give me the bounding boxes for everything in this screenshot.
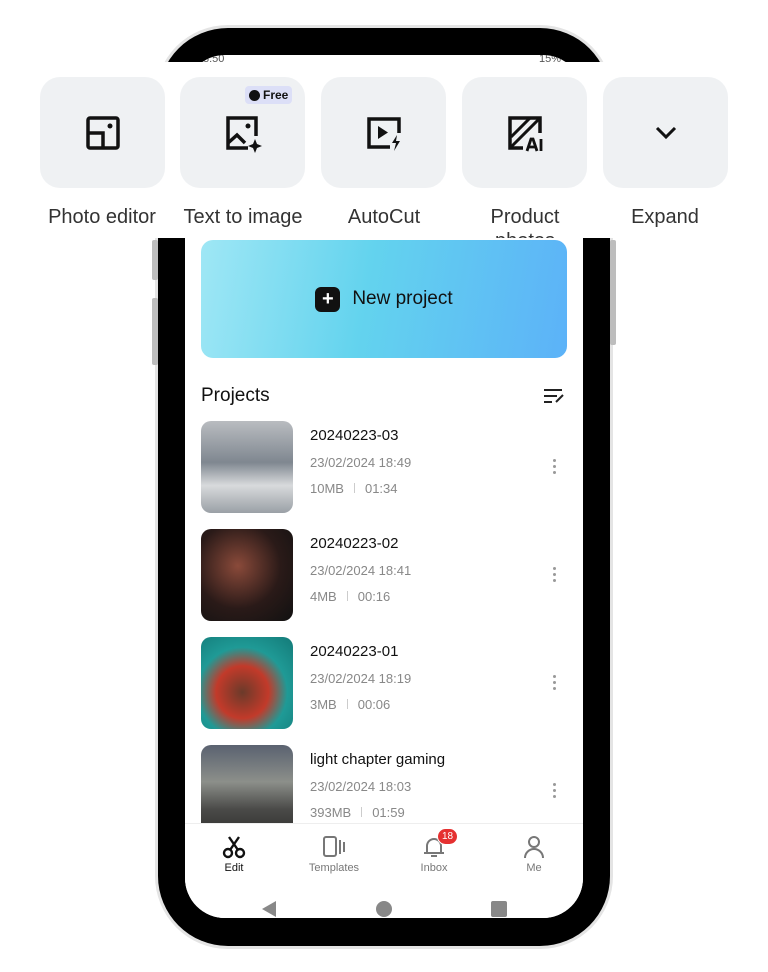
product-photos-button[interactable] xyxy=(462,77,587,188)
project-row[interactable]: 20240223-02 23/02/2024 18:41 4MB 00:16 xyxy=(201,529,567,621)
free-badge: Free xyxy=(245,86,293,104)
tab-inbox[interactable]: 18 Inbox xyxy=(389,828,479,874)
quick-tools-panel: Free Photo editor Text to image AutoCut … xyxy=(0,62,768,238)
project-duration: 01:59 xyxy=(372,805,405,820)
recents-icon[interactable] xyxy=(491,901,507,917)
product-photos-ai-icon xyxy=(507,115,542,151)
text-to-image-label: Text to image xyxy=(183,206,303,228)
project-duration: 00:06 xyxy=(357,697,391,712)
project-size: 10MB xyxy=(310,481,344,496)
autocut-label: AutoCut xyxy=(347,206,421,228)
power-button xyxy=(610,240,616,345)
new-project-button[interactable]: + New project xyxy=(201,240,567,358)
photo-editor-label: Photo editor xyxy=(48,206,156,228)
back-icon[interactable] xyxy=(261,900,277,918)
project-row[interactable]: 20240223-01 23/02/2024 18:19 3MB 00:06 xyxy=(201,637,567,729)
tab-templates[interactable]: Templates xyxy=(289,834,379,874)
person-icon xyxy=(524,836,544,859)
tab-edit[interactable]: Edit xyxy=(189,834,279,874)
templates-icon xyxy=(323,836,345,857)
project-date: 23/02/2024 18:19 xyxy=(310,671,412,686)
chevron-down-icon xyxy=(655,126,676,139)
projects-title: Projects xyxy=(201,385,270,406)
expand-button[interactable] xyxy=(603,77,728,188)
more-options-icon[interactable] xyxy=(553,675,557,693)
volume-up-button xyxy=(152,240,158,280)
project-thumbnail xyxy=(201,529,293,621)
project-size: 3MB xyxy=(310,697,337,712)
autocut-button[interactable] xyxy=(321,77,446,188)
project-meta: 4MB 00:16 xyxy=(310,589,390,604)
photo-editor-icon xyxy=(85,115,120,150)
project-date: 23/02/2024 18:49 xyxy=(310,455,412,470)
project-name: 20240223-01 xyxy=(310,643,399,660)
project-date: 23/02/2024 18:03 xyxy=(310,779,412,794)
clock-icon xyxy=(249,89,260,101)
photo-editor-button[interactable] xyxy=(40,77,165,188)
autocut-icon xyxy=(366,116,401,151)
free-badge-label: Free xyxy=(263,88,289,102)
product-photos-label: Product photos xyxy=(490,206,560,238)
project-meta: 3MB 00:06 xyxy=(310,697,390,712)
new-project-label: New project xyxy=(352,288,453,309)
project-size: 4MB xyxy=(310,589,337,604)
scissors-icon xyxy=(222,836,246,859)
tab-label: Templates xyxy=(308,862,360,874)
plus-icon: + xyxy=(315,286,341,312)
tab-label: Inbox xyxy=(420,862,448,874)
project-thumbnail xyxy=(201,637,293,729)
tab-label: Me xyxy=(526,862,542,874)
volume-down-button xyxy=(152,298,158,365)
more-options-icon[interactable] xyxy=(553,783,557,801)
project-thumbnail xyxy=(201,421,293,513)
tab-label: Edit xyxy=(224,862,244,874)
more-options-icon[interactable] xyxy=(553,459,557,477)
project-meta: 10MB 01:34 xyxy=(310,481,398,496)
project-name: 20240223-03 xyxy=(310,427,399,444)
project-size: 393MB xyxy=(310,805,352,820)
project-duration: 00:16 xyxy=(357,589,391,604)
android-nav-bar xyxy=(185,885,583,918)
tab-me[interactable]: Me xyxy=(489,834,579,874)
project-meta: 393MB 01:59 xyxy=(310,805,405,820)
project-row[interactable]: 20240223-03 23/02/2024 18:49 10MB 01:34 xyxy=(201,421,567,513)
expand-label: Expand xyxy=(631,206,699,228)
project-name: 20240223-02 xyxy=(310,535,399,552)
project-duration: 01:34 xyxy=(364,481,398,496)
inbox-badge: 18 xyxy=(437,828,459,845)
more-options-icon[interactable] xyxy=(553,567,557,585)
project-date: 23/02/2024 18:41 xyxy=(310,563,412,578)
text-to-image-icon xyxy=(225,115,262,153)
manage-list-icon[interactable] xyxy=(543,388,565,404)
home-icon[interactable] xyxy=(376,901,392,917)
project-name: light chapter gaming xyxy=(310,751,446,768)
bottom-tab-bar: Edit Templates 18 Inbox Me xyxy=(185,823,583,885)
